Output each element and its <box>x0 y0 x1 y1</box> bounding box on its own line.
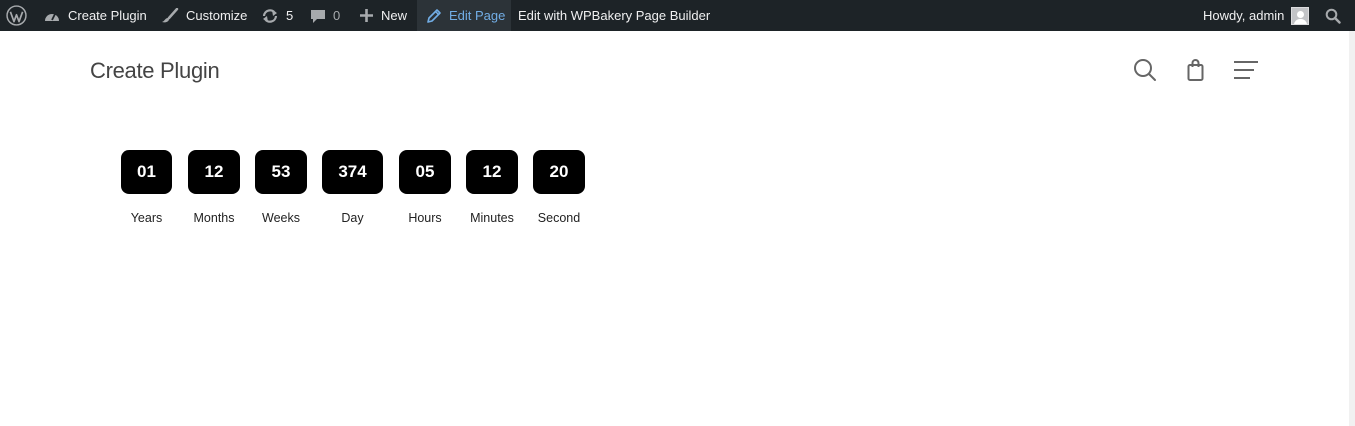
updates-link[interactable]: 5 <box>261 0 293 31</box>
countdown-day-value: 374 <box>322 150 383 194</box>
dashboard-icon <box>43 8 61 24</box>
edit-page-label: Edit Page <box>449 8 506 23</box>
avatar <box>1291 6 1310 25</box>
countdown-hours-value: 05 <box>399 150 451 194</box>
countdown-years-label: Years <box>130 211 163 225</box>
my-account-link[interactable]: Howdy, admin <box>1203 0 1310 31</box>
comments-count: 0 <box>333 8 341 23</box>
countdown-weeks-value: 53 <box>255 150 307 194</box>
new-label: New <box>381 8 408 23</box>
wpbakery-link[interactable]: Edit with WPBakery Page Builder <box>518 0 710 31</box>
comment-icon <box>310 8 326 24</box>
new-content-link[interactable]: New <box>359 0 407 31</box>
updates-icon <box>261 8 279 24</box>
paintbrush-icon <box>161 7 179 24</box>
site-name-label: Create Plugin <box>68 8 147 23</box>
wordpress-logo-icon[interactable] <box>6 0 28 31</box>
countdown-hours-label: Hours <box>408 211 442 225</box>
customize-link[interactable]: Customize <box>161 0 247 31</box>
edit-page-link[interactable]: Edit Page <box>417 0 511 31</box>
customize-label: Customize <box>186 8 248 23</box>
countdown-day-label: Day <box>341 211 364 225</box>
countdown-minutes-value: 12 <box>466 150 518 194</box>
site-title[interactable]: Create Plugin <box>90 58 220 84</box>
countdown-second-value: 20 <box>533 150 585 194</box>
countdown-months-label: Months <box>193 211 235 225</box>
countdown-weeks-label: Weeks <box>262 211 300 225</box>
updates-count: 5 <box>286 8 294 23</box>
countdown-months-value: 12 <box>188 150 240 194</box>
countdown-second-label: Second <box>537 211 581 225</box>
admin-bar-site-link[interactable]: Create Plugin <box>43 0 147 31</box>
search-icon <box>1325 8 1341 24</box>
howdy-label: Howdy, admin <box>1203 8 1285 23</box>
pencil-icon <box>426 8 442 24</box>
wpbakery-label: Edit with WPBakery Page Builder <box>518 8 711 23</box>
admin-bar: Create Plugin Customize 5 0 New Edit Pag… <box>0 0 1355 31</box>
admin-bar-search[interactable] <box>1325 0 1341 31</box>
countdown-minutes-label: Minutes <box>470 211 514 225</box>
comments-link[interactable]: 0 <box>310 0 340 31</box>
page-scrollbar[interactable] <box>1349 31 1355 426</box>
countdown-years-value: 01 <box>121 150 172 194</box>
search-icon[interactable] <box>1133 58 1157 87</box>
plus-icon <box>359 8 374 23</box>
menu-icon[interactable] <box>1233 60 1259 85</box>
shopping-bag-icon[interactable] <box>1186 58 1206 87</box>
